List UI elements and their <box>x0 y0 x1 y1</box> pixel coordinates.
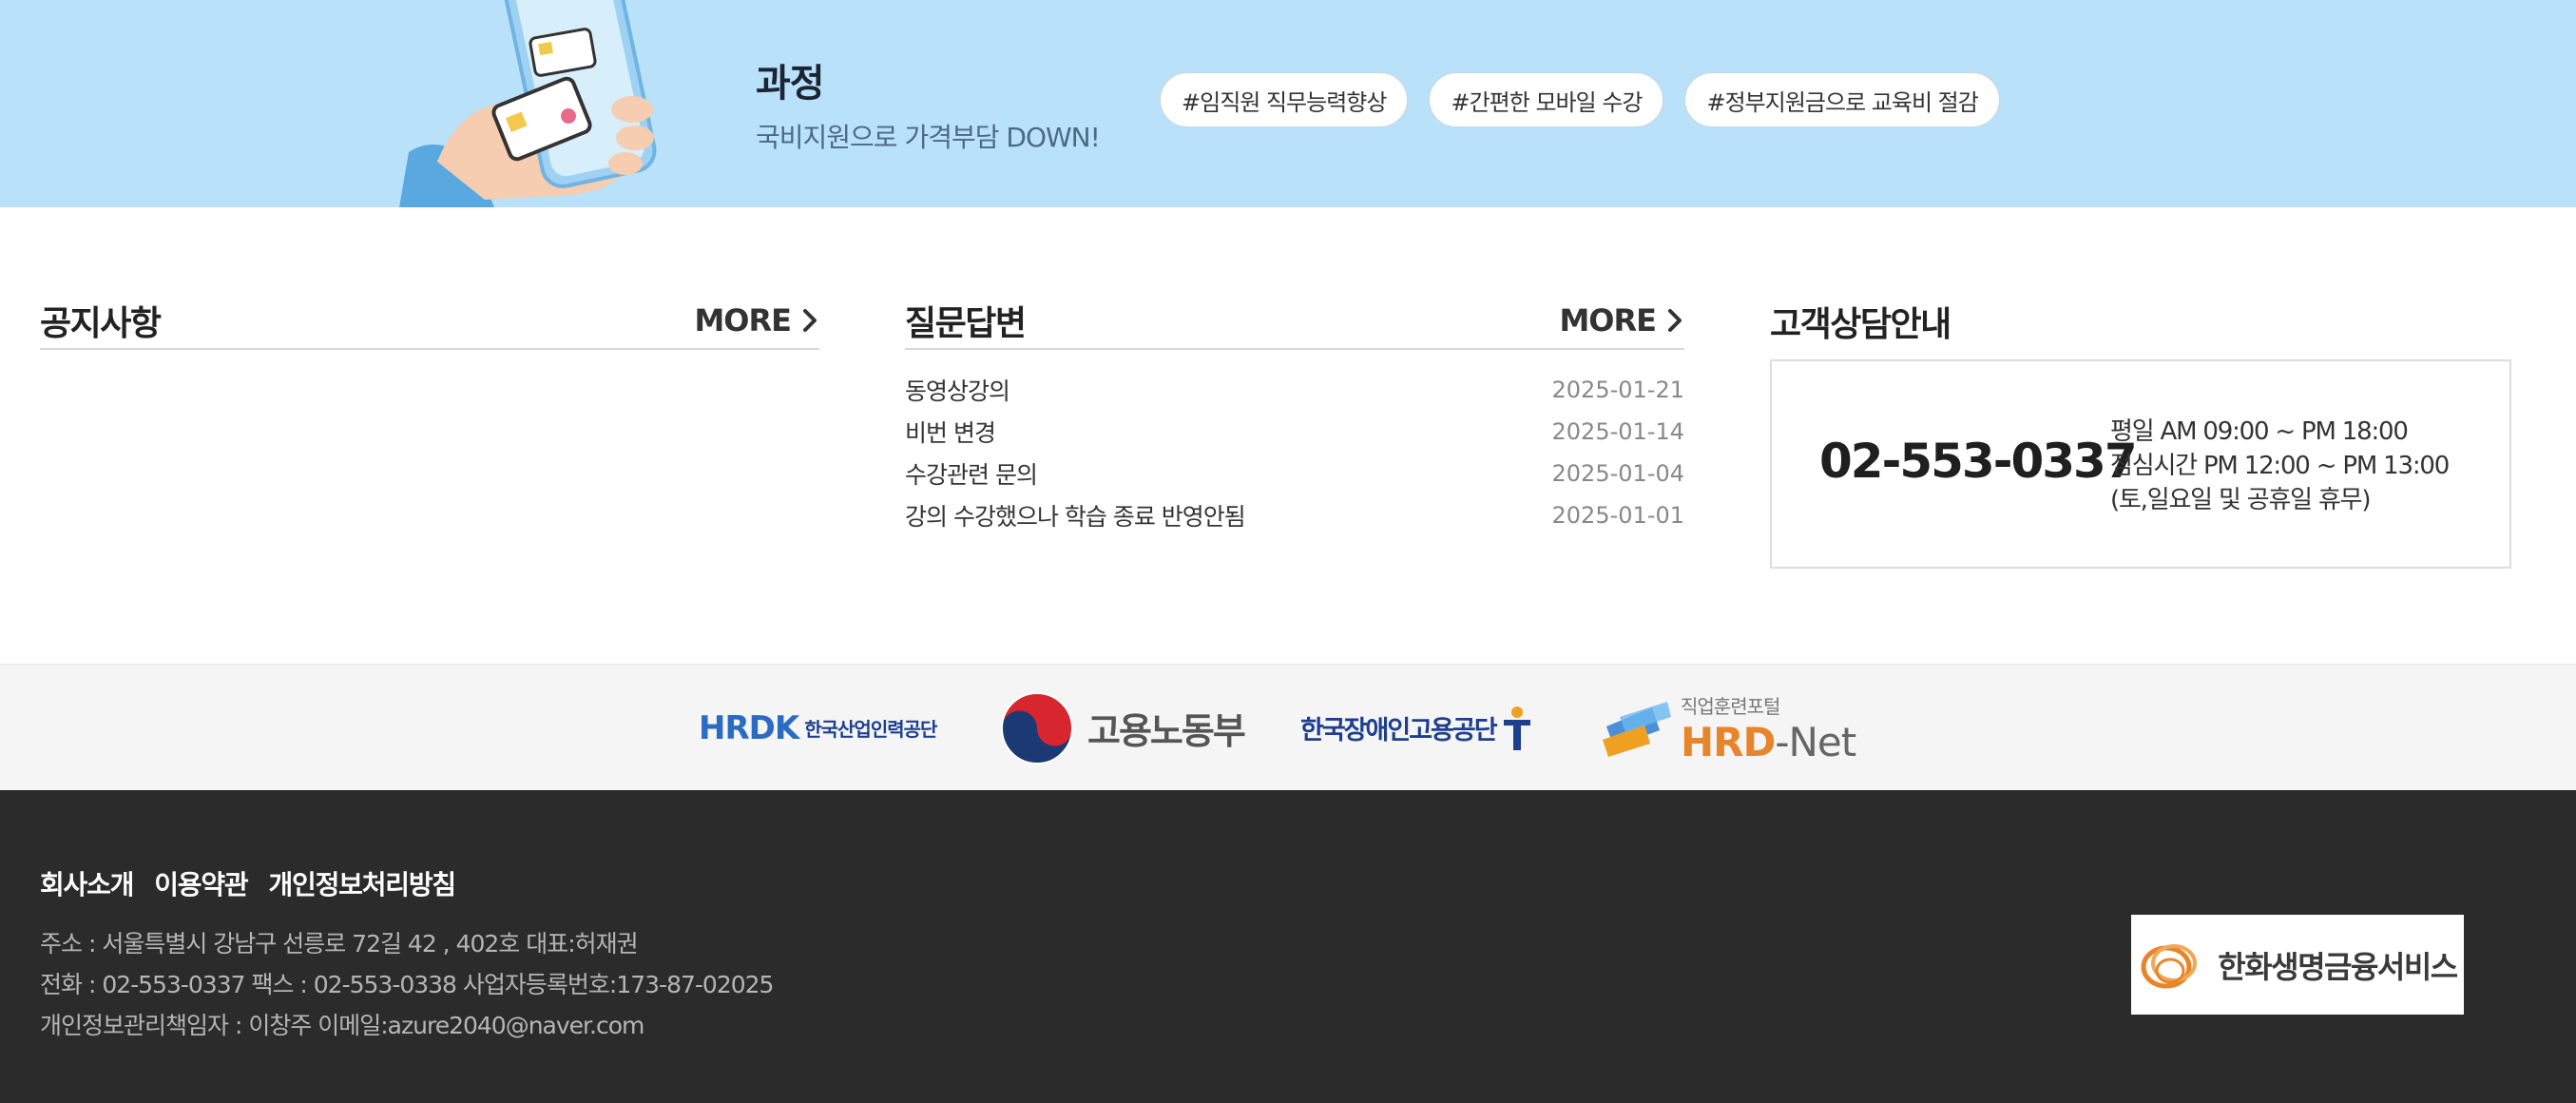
qa-item-date: 2025-01-14 <box>1551 418 1684 445</box>
kead-mark-icon <box>1503 706 1530 750</box>
list-item[interactable]: 수강관련 문의 2025-01-04 <box>905 453 1684 494</box>
banner-tags: #임직원 직무능력향상 #간편한 모바일 수강 #정부지원금으로 교육비 절감 <box>1160 72 2000 127</box>
hanwha-mark-icon <box>2141 943 2198 988</box>
notice-more-label: MORE <box>694 302 792 339</box>
customer-phone: 02-553-0337 <box>1819 434 2138 489</box>
customer-header: 고객상담안내 <box>1770 293 2511 350</box>
notice-header: 공지사항 MORE <box>40 293 819 350</box>
moel-logo[interactable]: 고용노동부 <box>1000 665 1246 791</box>
kead-name: 한국장애인고용공단 <box>1300 716 1498 745</box>
qa-item-title: 비번 변경 <box>905 419 996 447</box>
banner-title: 과정 <box>756 62 825 106</box>
qa-item-date: 2025-01-04 <box>1551 460 1684 487</box>
qa-title: 질문답변 <box>905 304 1027 343</box>
hrdk-name: 한국산업인력공단 <box>804 718 937 741</box>
phone-hand-illustration <box>399 0 657 207</box>
hrdnet-logo[interactable]: 직업훈련포털 HRD-Net <box>1601 665 1856 791</box>
qa-list: 동영상강의 2025-01-21 비번 변경 2025-01-14 수강관련 문… <box>905 369 1684 536</box>
footer-link-privacy[interactable]: 개인정보처리방침 <box>269 864 457 902</box>
hrdnet-flag-icon <box>1603 701 1671 757</box>
footer-company-info: 주소 : 서울특별시 강남구 선릉로 72길 42 , 402호 대표:허재권 … <box>40 923 774 1046</box>
moel-name: 고용노동부 <box>1087 710 1246 752</box>
hrdk-mark: HRDK <box>699 708 799 747</box>
qa-item-title: 수강관련 문의 <box>905 461 1038 489</box>
hrdk-logo[interactable]: HRDK 한국산업인력공단 <box>699 665 937 791</box>
qa-item-title: 강의 수강했으나 학습 종료 반영안됨 <box>905 503 1246 531</box>
company-logo-text: 한화생명금융서비스 <box>2218 948 2458 985</box>
customer-hours: 평일 AM 09:00 ~ PM 18:00 점심시간 PM 12:00 ~ P… <box>2110 415 2450 517</box>
hours-lunch: 점심시간 PM 12:00 ~ PM 13:00 <box>2110 452 2450 480</box>
hrdnet-text: 직업훈련포털 HRD-Net <box>1681 691 1856 765</box>
customer-title: 고객상담안내 <box>1770 305 1951 344</box>
hrdnet-net: -Net <box>1775 718 1856 765</box>
list-item[interactable]: 비번 변경 2025-01-14 <box>905 411 1684 453</box>
hrdnet-top: 직업훈련포털 <box>1681 694 1780 718</box>
banner-subtitle: 국비지원으로 가격부담 DOWN! <box>756 122 1101 153</box>
footer-privacy-officer: 개인정보관리책임자 : 이창주 이메일:azure2040@naver.com <box>40 1012 644 1039</box>
chevron-right-icon <box>1668 309 1682 332</box>
hours-closed: (토,일요일 및 공휴일 휴무) <box>2110 486 2372 514</box>
list-item[interactable]: 강의 수강했으나 학습 종료 반영안됨 2025-01-01 <box>905 494 1684 536</box>
company-logo: 한화생명금융서비스 <box>2131 915 2464 1015</box>
hours-weekday: 평일 AM 09:00 ~ PM 18:00 <box>2110 417 2409 446</box>
tag-mobile-learning[interactable]: #간편한 모바일 수강 <box>1429 72 1664 127</box>
list-item[interactable]: 동영상강의 2025-01-21 <box>905 369 1684 411</box>
course-banner: 과정 국비지원으로 가격부담 DOWN! #임직원 직무능력향상 #간편한 모바… <box>0 0 2576 207</box>
footer-address: 주소 : 서울특별시 강남구 선릉로 72길 42 , 402호 대표:허재권 <box>40 930 639 958</box>
chevron-right-icon <box>803 309 817 332</box>
notice-board: 공지사항 MORE <box>40 293 819 350</box>
tag-employee-skill[interactable]: #임직원 직무능력향상 <box>1160 72 1409 127</box>
qa-item-title: 동영상강의 <box>905 377 1010 405</box>
tag-gov-subsidy[interactable]: #정부지원금으로 교육비 절감 <box>1684 72 2000 127</box>
qa-item-date: 2025-01-01 <box>1551 502 1684 529</box>
footer-link-about[interactable]: 회사소개 <box>40 864 134 902</box>
qa-header: 질문답변 MORE <box>905 293 1684 350</box>
banner-text: 과정 국비지원으로 가격부담 DOWN! <box>756 52 1101 155</box>
footer-links: 회사소개 이용약관 개인정보처리방침 <box>40 864 457 902</box>
partner-logos: HRDK 한국산업인력공단 고용노동부 한국장애인고용공단 직업훈련포털 HRD… <box>0 664 2576 790</box>
qa-item-date: 2025-01-21 <box>1551 377 1684 403</box>
hrdnet-wordmark: HRD-Net <box>1681 718 1856 765</box>
footer-link-terms[interactable]: 이용약관 <box>154 864 248 902</box>
notice-title: 공지사항 <box>40 304 162 343</box>
hrdnet-hrd: HRD <box>1681 718 1776 765</box>
notice-more-button[interactable]: MORE <box>694 302 819 339</box>
qa-more-button[interactable]: MORE <box>1559 302 1684 339</box>
qa-more-label: MORE <box>1559 302 1657 339</box>
footer-contact: 전화 : 02-553-0337 팩스 : 02-553-0338 사업자등록번… <box>40 971 774 998</box>
customer-info-box: 02-553-0337 평일 AM 09:00 ~ PM 18:00 점심시간 … <box>1770 359 2511 569</box>
taegeuk-icon <box>1001 691 1073 764</box>
customer-service: 고객상담안내 02-553-0337 평일 AM 09:00 ~ PM 18:0… <box>1770 293 2511 569</box>
kead-logo[interactable]: 한국장애인고용공단 <box>1300 665 1534 791</box>
site-footer: 회사소개 이용약관 개인정보처리방침 주소 : 서울특별시 강남구 선릉로 72… <box>0 790 2576 1103</box>
qa-board: 질문답변 MORE 동영상강의 2025-01-21 비번 변경 2025-01… <box>905 293 1684 536</box>
